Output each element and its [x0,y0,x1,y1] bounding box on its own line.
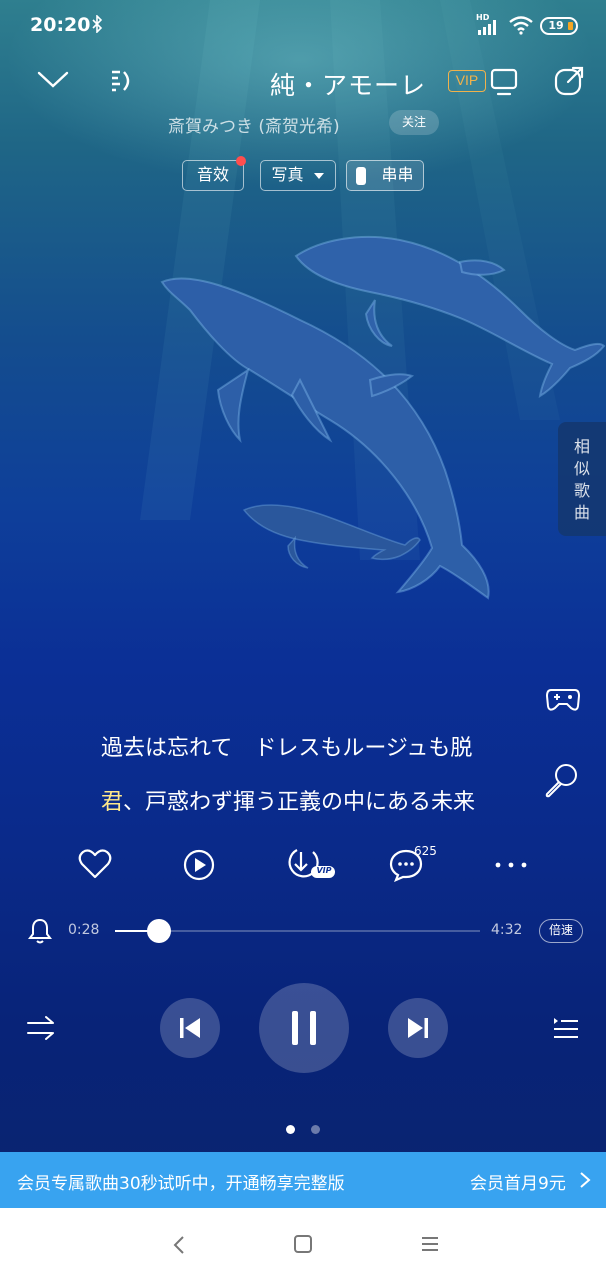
follow-button[interactable]: 关注 [389,110,439,135]
lyric-line-previous[interactable]: 過去は忘れて ドレスもルージュも脱 [101,730,507,762]
nav-menu-icon[interactable] [420,1235,440,1253]
system-navigation-bar [0,1208,606,1280]
lyric-line-current[interactable]: 君、戸惑わず揮う正義の中にある未来 [101,784,507,816]
previous-button[interactable] [160,998,220,1058]
play-mode-shuffle-icon[interactable] [26,1014,56,1042]
nav-back-icon[interactable] [170,1234,188,1256]
playback-speed-button[interactable]: 倍速 [539,919,583,943]
pager-dot-active[interactable] [286,1125,295,1134]
similar-songs-tab[interactable]: 相 似 歌 曲 [558,422,606,536]
status-bar: 20:20 HD 19 [0,0,606,52]
similar-tab-char: 曲 [573,503,590,522]
karaoke-mic-icon[interactable] [542,762,580,800]
download-vip-icon[interactable] [285,846,337,884]
vip-trial-banner[interactable]: 会员专属歌曲30秒试听中，开通畅享完整版 会员首月9元 [0,1152,606,1208]
status-time: 20:20 [30,14,91,36]
lyric-unsung-part: 、戸惑わず揮う正義の中にある未来 [123,790,476,815]
wifi-icon [509,16,533,35]
elapsed-time: 0:28 [68,922,100,938]
vip-badge[interactable]: VIP [448,70,486,92]
lyric-text: 過去は忘れて ドレスもルージュも脱 [101,736,473,761]
download-vip-badge-label: VIP [316,866,332,875]
similar-tab-char: 相 [573,437,590,456]
comment-count: 625 [414,844,437,858]
gamepad-icon[interactable] [545,684,581,714]
battery-indicator: 19 [540,17,578,35]
sleep-timer-bell-icon[interactable] [28,917,52,945]
sound-effect-label: 音效 [196,165,229,184]
playlist-queue-icon[interactable] [552,1014,580,1042]
chevron-right-icon [580,1172,591,1188]
nav-home-icon[interactable] [293,1234,313,1254]
previous-icon [180,1018,200,1038]
toggle-switch-icon [356,166,367,185]
total-time: 4:32 [491,922,523,938]
dropdown-triangle-icon [313,172,324,179]
next-icon [408,1018,428,1038]
share-icon[interactable] [552,64,586,98]
progress-knob[interactable] [147,919,171,943]
lyric-sung-part: 君 [101,790,124,815]
dolphin-large [160,277,490,600]
bluetooth-icon [91,14,103,37]
artist-name[interactable]: 斎賀みつき (斎贺光希) [168,112,340,137]
more-options-icon[interactable] [494,860,528,870]
sound-wave-icon[interactable] [108,66,134,96]
banner-offer-link[interactable]: 会员首月9元 [470,1169,566,1194]
pause-icon [292,1011,316,1045]
similar-tab-char: 似 [573,459,590,478]
photo-dropdown-button[interactable]: 写真 [260,160,336,191]
next-button[interactable] [388,998,448,1058]
cast-screen-icon[interactable] [488,66,520,98]
collapse-chevron-icon[interactable] [36,68,70,92]
sound-effect-button[interactable]: 音效 [182,160,244,191]
pause-button[interactable] [259,983,349,1073]
signal-icon [478,20,496,35]
photo-label: 写真 [271,165,304,184]
chuanchuan-toggle[interactable]: 串串 [346,160,424,191]
new-badge-dot [236,156,246,166]
chuanchuan-label: 串串 [381,165,414,184]
banner-trial-text: 会员专属歌曲30秒试听中，开通畅享完整版 [17,1174,345,1194]
similar-tab-char: 歌 [573,481,590,500]
pager-dot[interactable] [311,1125,320,1134]
like-heart-icon[interactable] [78,848,112,880]
song-title: 純・アモーレ [270,71,427,100]
music-video-icon[interactable] [182,848,216,882]
